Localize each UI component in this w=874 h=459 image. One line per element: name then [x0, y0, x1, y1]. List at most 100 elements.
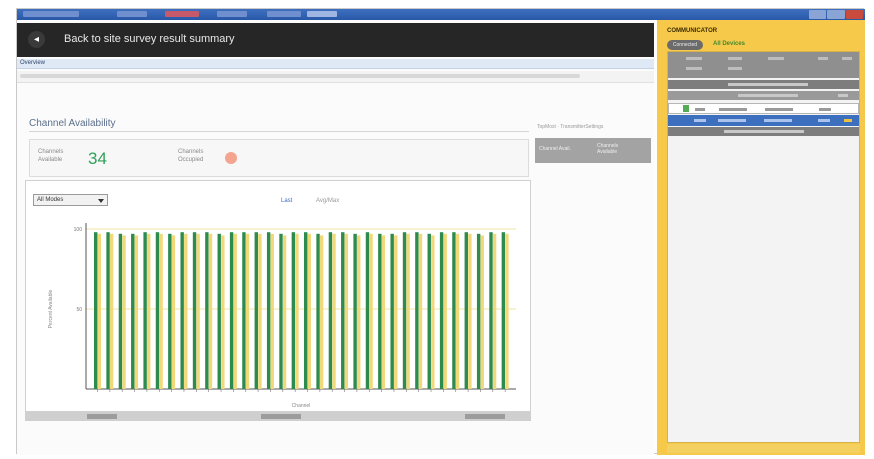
bar: [468, 233, 472, 389]
connected-pill[interactable]: Connected: [667, 40, 703, 50]
bar: [282, 235, 287, 389]
bar: [369, 233, 373, 389]
table-row[interactable]: [668, 80, 859, 89]
overview-menu[interactable]: Overview: [20, 60, 45, 66]
bar: [168, 233, 172, 389]
bar: [418, 233, 423, 389]
overview-subbar: Overview: [17, 59, 654, 69]
bar: [332, 233, 336, 389]
section-divider: [29, 131, 529, 132]
bar: [439, 232, 444, 389]
device-table-header: [668, 52, 859, 78]
bar: [242, 232, 246, 389]
bar: [480, 235, 484, 389]
taskbar-button[interactable]: [165, 11, 199, 17]
bar: [501, 232, 506, 389]
main-panel: ◂ Back to site survey result summary Ove…: [17, 20, 654, 455]
bar: [378, 233, 382, 389]
page-title[interactable]: Back to site survey result summary: [64, 33, 235, 45]
y-tick-label: 100: [74, 227, 83, 233]
signal-icon: [683, 105, 689, 112]
bar: [505, 233, 509, 389]
bar: [328, 232, 333, 389]
back-arrow-icon: ◂: [33, 34, 40, 45]
bar: [476, 233, 481, 389]
bar: [455, 233, 460, 389]
bar: [180, 232, 184, 389]
bar: [122, 235, 126, 389]
bar: [258, 233, 262, 389]
available-count: 34: [88, 149, 107, 168]
bar: [205, 232, 209, 389]
bar: [295, 233, 299, 389]
bar: [171, 235, 176, 389]
bar: [208, 233, 213, 389]
side-card[interactable]: Channel Avail. Channels Available: [535, 138, 651, 163]
availability-chart: 50 100 Percent Available Channel: [48, 223, 516, 409]
bar: [452, 232, 456, 389]
maximize-icon[interactable]: [827, 10, 845, 19]
bar: [489, 232, 493, 389]
bar: [344, 233, 349, 389]
bar: [106, 232, 110, 389]
x-axis-label: Channel: [292, 403, 311, 409]
side-tabs[interactable]: TopMost · TransmitterSettings: [537, 124, 603, 130]
close-icon[interactable]: [845, 10, 863, 19]
y-tick-label: 50: [76, 307, 82, 313]
bar: [196, 233, 200, 389]
communicator-panel: COMMUNICATOR Connected All Devices: [657, 20, 865, 455]
bar: [266, 232, 271, 389]
bar: [415, 232, 419, 389]
communicator-footer: [667, 444, 860, 453]
window-controls: [809, 10, 863, 19]
bar: [402, 232, 407, 389]
taskbar-button[interactable]: [267, 11, 301, 17]
bar: [353, 233, 357, 389]
bar: [118, 233, 123, 389]
bar: [381, 235, 386, 389]
table-row[interactable]: [668, 91, 859, 100]
taskbar-button[interactable]: [217, 11, 247, 17]
bar: [184, 233, 188, 389]
bar: [155, 232, 160, 389]
chart-scrollbar[interactable]: [25, 412, 531, 421]
bar: [406, 233, 410, 389]
occupied-label: Channels Occupied: [178, 149, 204, 163]
page-header: ◂ Back to site survey result summary: [17, 23, 654, 57]
os-title-bar: [17, 9, 865, 20]
taskbar-button[interactable]: [117, 11, 147, 17]
bar: [159, 233, 163, 389]
bar: [94, 232, 98, 389]
taskbar-app-button[interactable]: [23, 11, 79, 17]
y-axis-label: Percent Available: [48, 290, 54, 329]
tab-all-devices[interactable]: All Devices: [713, 41, 745, 47]
bar: [291, 232, 296, 389]
communicator-title: COMMUNICATOR: [667, 28, 718, 34]
taskbar-button[interactable]: [307, 11, 337, 17]
table-row[interactable]: [668, 127, 859, 136]
bar: [316, 233, 320, 389]
bar: [143, 232, 147, 389]
bar: [109, 233, 114, 389]
minimize-icon[interactable]: [809, 10, 827, 19]
section-title: Channel Availability: [29, 118, 116, 129]
bar: [341, 232, 345, 389]
device-list: [667, 51, 860, 443]
bar: [279, 233, 283, 389]
bar: [443, 233, 447, 389]
bar: [254, 232, 258, 389]
back-button[interactable]: ◂: [28, 31, 45, 48]
table-row[interactable]: [668, 115, 859, 126]
bar: [97, 233, 101, 389]
info-line: [17, 71, 654, 83]
bar: [492, 233, 497, 389]
chart-container: All Modes Last Avg/Max 50 100 Percent Avai…: [25, 180, 531, 412]
bar: [357, 235, 361, 389]
bar: [147, 233, 151, 389]
bar: [229, 232, 234, 389]
bar: [304, 232, 308, 389]
occupied-indicator: [225, 152, 237, 164]
bar: [365, 232, 370, 389]
bar: [233, 233, 237, 389]
table-row[interactable]: [668, 103, 859, 114]
